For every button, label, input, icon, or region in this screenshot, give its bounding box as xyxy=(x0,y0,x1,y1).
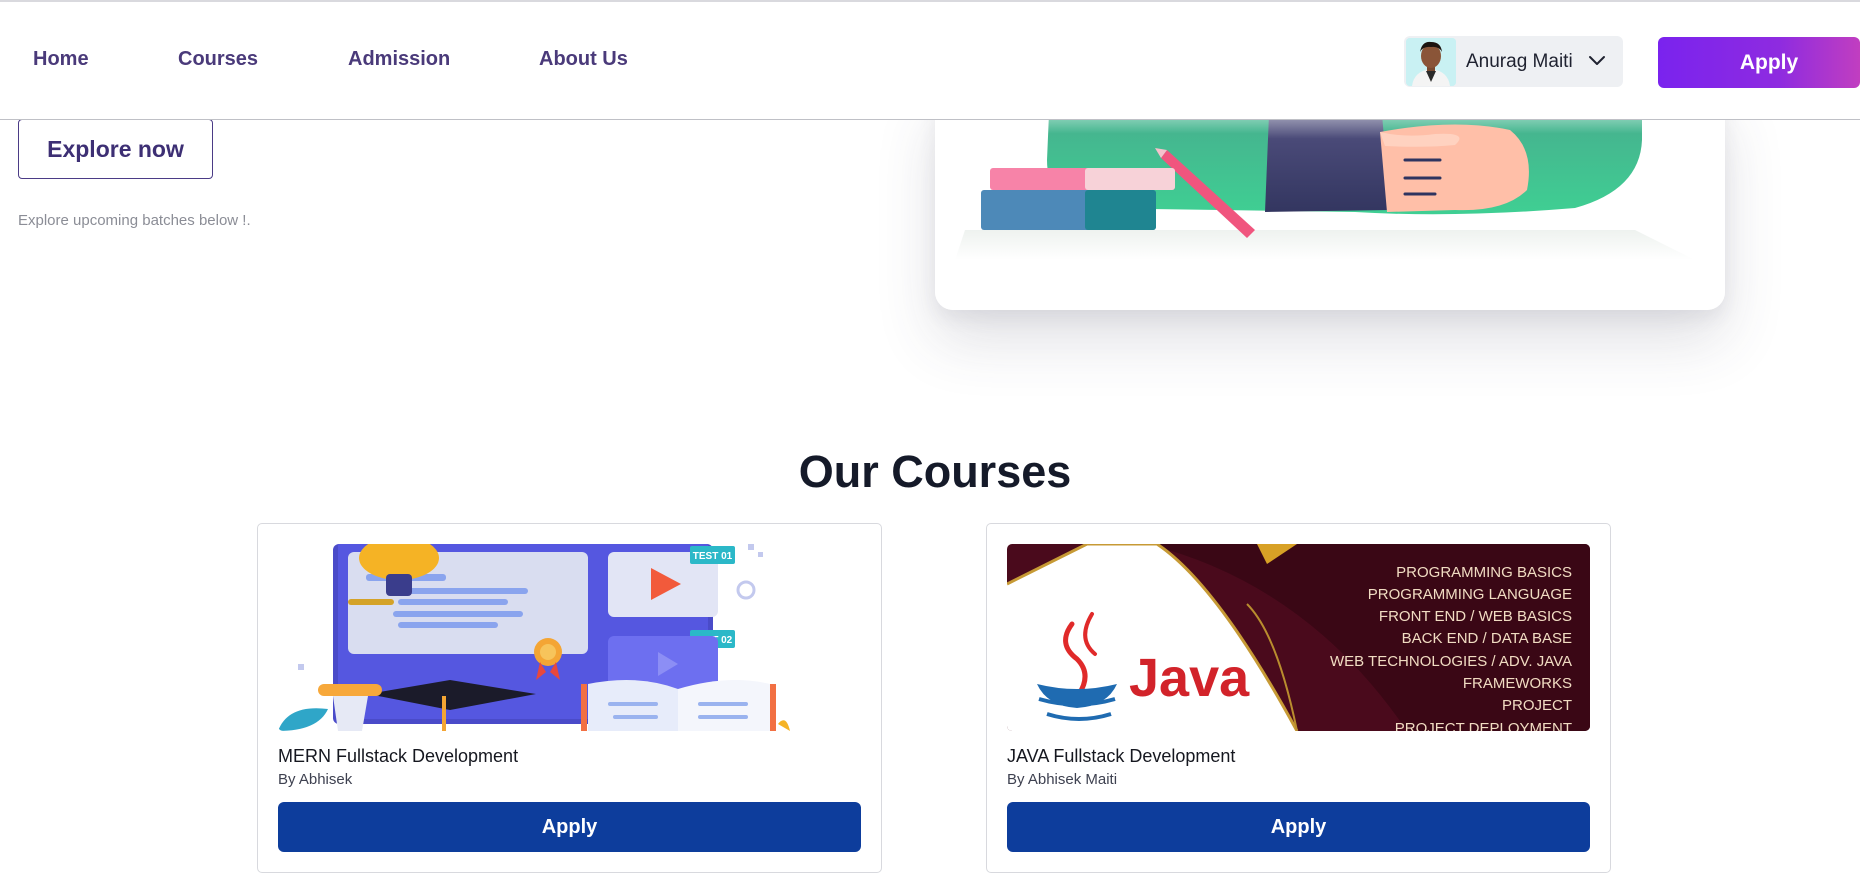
nav-admission-link[interactable]: Admission xyxy=(348,48,450,71)
course-card-java: Java PROGRAMMING BASICS PROGRAMMING LANG… xyxy=(986,523,1611,873)
hero-illustration-card xyxy=(935,90,1725,310)
explore-now-button[interactable]: Explore now xyxy=(18,119,213,179)
user-avatar-photo xyxy=(1406,38,1456,86)
java-topic: PROJECT DEPLOYMENT xyxy=(1395,720,1572,731)
user-name: Anurag Maiti xyxy=(1466,51,1573,72)
course-card-mern: TEST 01 TEST 02 xyxy=(257,523,882,873)
course-author: By Abhisek xyxy=(278,771,353,788)
java-topic: FRONT END / WEB BASICS xyxy=(1379,608,1572,625)
header-apply-button[interactable]: Apply xyxy=(1658,37,1860,88)
course-author: By Abhisek Maiti xyxy=(1007,771,1118,788)
course-image-java: Java PROGRAMMING BASICS PROGRAMMING LANG… xyxy=(1007,544,1590,731)
java-logo-text: Java xyxy=(1129,648,1250,708)
java-topic: WEB TECHNOLOGIES / ADV. JAVA xyxy=(1330,653,1572,670)
java-topic: PROGRAMMING BASICS xyxy=(1396,564,1572,581)
hero-illustration xyxy=(935,90,1725,310)
java-topic: BACK END / DATA BASE xyxy=(1402,630,1572,647)
course-illustration-mern: TEST 01 TEST 02 xyxy=(278,544,861,731)
nav-about-us-link[interactable]: About Us xyxy=(539,48,628,71)
chevron-down-icon xyxy=(1589,56,1605,65)
top-navbar: Home Courses Admission About Us Anurag M… xyxy=(0,0,1860,120)
java-topic: FRAMEWORKS xyxy=(1463,675,1572,692)
user-menu-dropdown[interactable]: Anurag Maiti xyxy=(1404,36,1623,87)
course-apply-button-mern[interactable]: Apply xyxy=(278,802,861,852)
course-title: JAVA Fullstack Development xyxy=(1007,746,1236,766)
course-image-mern: TEST 01 TEST 02 xyxy=(278,544,861,731)
explore-note-text: Explore upcoming batches below !. xyxy=(18,212,251,229)
course-apply-button-java[interactable]: Apply xyxy=(1007,802,1590,852)
test-01-badge: TEST 01 xyxy=(693,551,733,562)
nav-home-link[interactable]: Home xyxy=(33,48,89,71)
course-title: MERN Fullstack Development xyxy=(278,746,519,766)
section-title-our-courses: Our Courses xyxy=(798,446,1072,497)
nav-courses-link[interactable]: Courses xyxy=(178,48,258,71)
java-topic: PROGRAMMING LANGUAGE xyxy=(1368,586,1572,603)
java-topic: PROJECT xyxy=(1502,697,1572,714)
course-illustration-java: Java PROGRAMMING BASICS PROGRAMMING LANG… xyxy=(1007,544,1590,731)
user-avatar xyxy=(1406,38,1456,86)
